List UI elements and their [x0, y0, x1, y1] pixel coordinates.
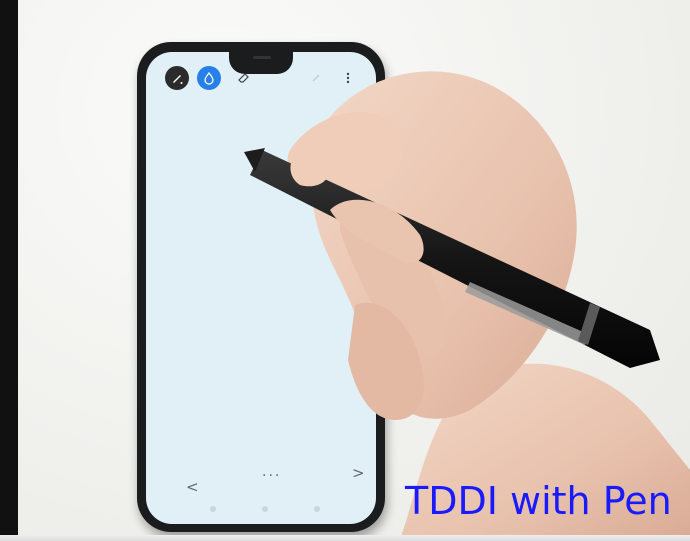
frame-bottom-border — [0, 535, 690, 541]
video-caption: TDDI with Pen — [405, 479, 672, 523]
hand-with-pen-illustration — [244, 71, 690, 541]
